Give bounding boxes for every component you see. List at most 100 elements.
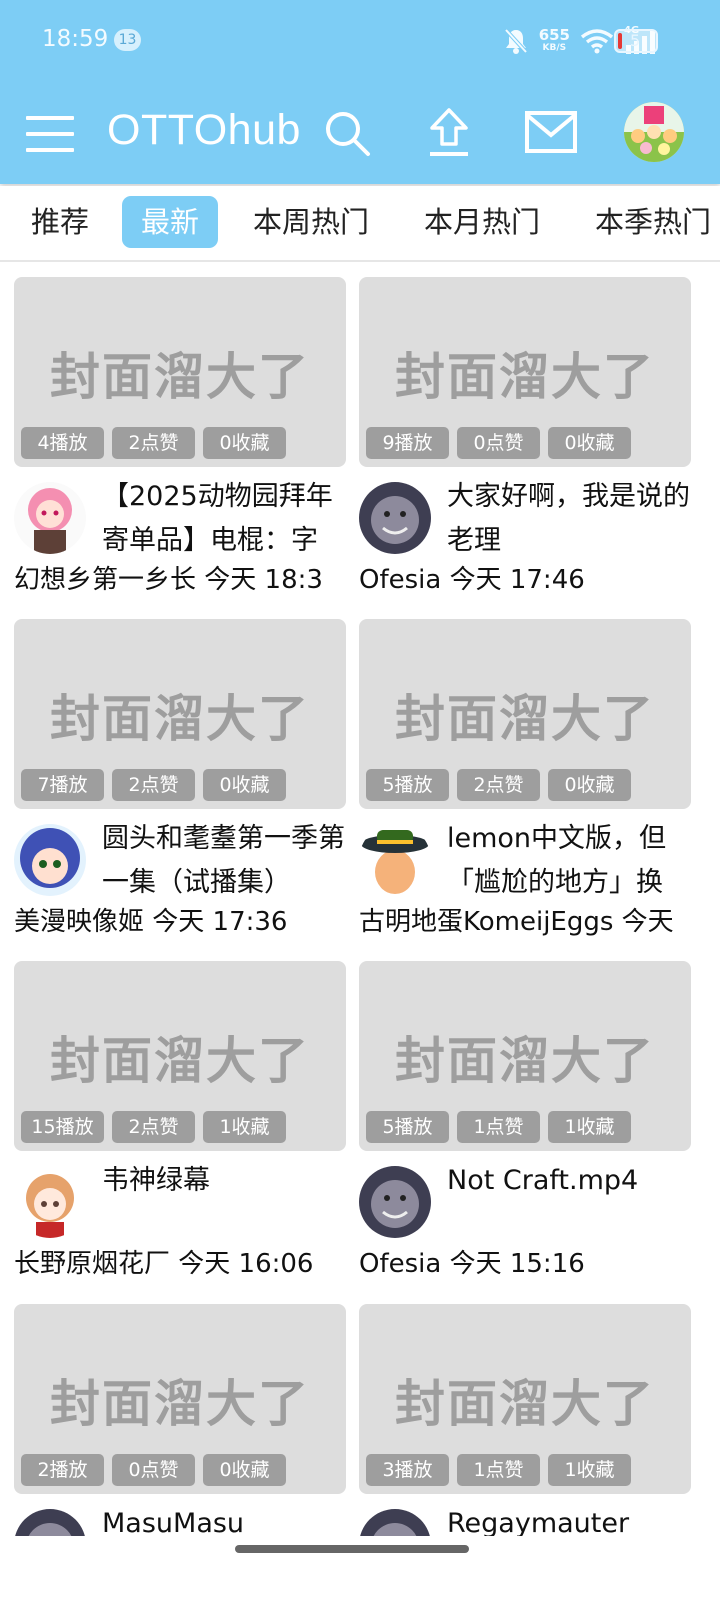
app-title: OTTOhub [107, 106, 301, 154]
uploader-avatar-image [359, 824, 431, 896]
uploader-avatar-image [14, 482, 86, 554]
like-count-badge: 0点赞 [112, 1454, 195, 1486]
uploader-avatar[interactable] [359, 482, 431, 554]
video-title[interactable]: 大家好啊，我是说的老理 [447, 475, 691, 563]
video-card[interactable]: 封面溜大了 2播放 0点赞 0收藏 MasuMasu [14, 1304, 346, 1536]
uploader-avatar-image [14, 1509, 86, 1536]
video-meta: 古明地蛋KomeijEggs 今天 [359, 907, 674, 937]
uploader-avatar-image [359, 1509, 431, 1536]
video-cover[interactable]: 封面溜大了 2播放 0点赞 0收藏 [14, 1304, 346, 1494]
video-cover[interactable]: 封面溜大了 5播放 2点赞 0收藏 [359, 619, 691, 809]
home-indicator[interactable] [235, 1545, 469, 1553]
video-meta: 美漫映像姬 今天 17:36 [14, 907, 288, 937]
tab-monthly-hot[interactable]: 本月热门 [405, 196, 559, 248]
network-speed-value: 655 [538, 26, 570, 44]
like-count-badge: 2点赞 [112, 769, 195, 801]
cover-placeholder-text: 封面溜大了 [50, 1375, 310, 1433]
battery-level: 5 [630, 31, 641, 50]
like-count-badge: 2点赞 [112, 427, 195, 459]
video-card[interactable]: 封面溜大了 9播放 0点赞 0收藏 大家好啊，我是说的老理 Ofesia 今天 … [359, 277, 691, 607]
video-stats: 4播放 2点赞 0收藏 [21, 427, 286, 459]
uploader-avatar-image [359, 482, 431, 554]
favorite-count-badge: 0收藏 [548, 769, 631, 801]
battery-level-bar [618, 33, 622, 49]
video-cover[interactable]: 封面溜大了 3播放 1点赞 1收藏 [359, 1304, 691, 1494]
app-bar: OTTOhub [0, 98, 720, 170]
video-meta: 长野原烟花厂 今天 16:06 [14, 1249, 314, 1279]
user-avatar-image [624, 102, 684, 162]
menu-icon-line [26, 116, 74, 120]
battery-indicator: 5 [614, 29, 658, 53]
video-cover[interactable]: 封面溜大了 7播放 2点赞 0收藏 [14, 619, 346, 809]
cover-placeholder-text: 封面溜大了 [50, 348, 310, 406]
menu-icon-line [26, 132, 74, 136]
mail-icon[interactable] [524, 110, 578, 154]
like-count-badge: 2点赞 [112, 1111, 195, 1143]
video-title[interactable]: 圆头和耄耋第一季第一集（试播集） [102, 817, 346, 905]
video-cover[interactable]: 封面溜大了 5播放 1点赞 1收藏 [359, 961, 691, 1151]
like-count-badge: 1点赞 [457, 1111, 540, 1143]
search-icon[interactable] [322, 108, 372, 158]
play-count-badge: 15播放 [21, 1111, 104, 1143]
favorite-count-badge: 0收藏 [203, 427, 286, 459]
cover-placeholder-text: 封面溜大了 [50, 690, 310, 748]
like-count-badge: 0点赞 [457, 427, 540, 459]
uploader-avatar-image [14, 824, 86, 896]
favorite-count-badge: 1收藏 [548, 1454, 631, 1486]
video-card[interactable]: 封面溜大了 3播放 1点赞 1收藏 Regaymauter [359, 1304, 691, 1536]
uploader-avatar[interactable] [14, 1166, 86, 1238]
menu-button[interactable] [26, 116, 74, 152]
tab-recommended[interactable]: 推荐 [12, 196, 108, 248]
play-count-badge: 7播放 [21, 769, 104, 801]
video-card[interactable]: 封面溜大了 4播放 2点赞 0收藏 【2025动物园拜年寄单品】电棍：字 幻想乡… [14, 277, 346, 607]
user-avatar[interactable] [624, 102, 684, 162]
video-stats: 5播放 2点赞 0收藏 [366, 769, 631, 801]
video-stats: 15播放 2点赞 1收藏 [21, 1111, 286, 1143]
menu-icon-line [26, 148, 74, 152]
video-stats: 2播放 0点赞 0收藏 [21, 1454, 286, 1486]
favorite-count-badge: 0收藏 [548, 427, 631, 459]
play-count-badge: 3播放 [366, 1454, 449, 1486]
tab-weekly-hot[interactable]: 本周热门 [234, 196, 388, 248]
video-card[interactable]: 封面溜大了 5播放 2点赞 0收藏 lemon中文版，但「尴尬的地方」换 古明地… [359, 619, 691, 949]
upload-icon[interactable] [426, 106, 472, 158]
video-cover[interactable]: 封面溜大了 4播放 2点赞 0收藏 [14, 277, 346, 467]
video-title[interactable]: Not Craft.mp4 [447, 1159, 691, 1203]
top-app-bar: 18:59 13 655 KB/S 4G [0, 0, 720, 184]
uploader-avatar[interactable] [359, 1166, 431, 1238]
wifi-icon [580, 29, 614, 54]
uploader-avatar[interactable] [14, 824, 86, 896]
play-count-badge: 5播放 [366, 1111, 449, 1143]
cover-placeholder-text: 封面溜大了 [395, 348, 655, 406]
video-title[interactable]: lemon中文版，但「尴尬的地方」换 [447, 817, 691, 905]
cover-placeholder-text: 封面溜大了 [395, 1032, 655, 1090]
play-count-badge: 2播放 [21, 1454, 104, 1486]
video-title[interactable]: 韦神绿幕 [102, 1159, 346, 1203]
video-cover[interactable]: 封面溜大了 15播放 2点赞 1收藏 [14, 961, 346, 1151]
uploader-avatar[interactable] [359, 824, 431, 896]
video-stats: 7播放 2点赞 0收藏 [21, 769, 286, 801]
video-title[interactable]: MasuMasu [102, 1502, 346, 1536]
uploader-avatar[interactable] [359, 1509, 431, 1536]
mute-bell-icon [504, 28, 528, 54]
status-bar: 18:59 13 655 KB/S 4G [0, 0, 720, 82]
video-stats: 5播放 1点赞 1收藏 [366, 1111, 631, 1143]
video-card[interactable]: 封面溜大了 15播放 2点赞 1收藏 韦神绿幕 长野原烟花厂 今天 16:06 [14, 961, 346, 1291]
favorite-count-badge: 1收藏 [548, 1111, 631, 1143]
uploader-avatar[interactable] [14, 1509, 86, 1536]
video-cover[interactable]: 封面溜大了 9播放 0点赞 0收藏 [359, 277, 691, 467]
favorite-count-badge: 0收藏 [203, 1454, 286, 1486]
cover-placeholder-text: 封面溜大了 [395, 690, 655, 748]
video-stats: 9播放 0点赞 0收藏 [366, 427, 631, 459]
video-card[interactable]: 封面溜大了 5播放 1点赞 1收藏 Not Craft.mp4 Ofesia 今… [359, 961, 691, 1291]
uploader-avatar[interactable] [14, 482, 86, 554]
tab-latest[interactable]: 最新 [122, 196, 219, 248]
video-card[interactable]: 封面溜大了 7播放 2点赞 0收藏 圆头和耄耋第一季第一集（试播集） 美漫映像姬… [14, 619, 346, 949]
play-count-badge: 9播放 [366, 427, 449, 459]
like-count-badge: 1点赞 [457, 1454, 540, 1486]
favorite-count-badge: 0收藏 [203, 769, 286, 801]
cover-placeholder-text: 封面溜大了 [395, 1375, 655, 1433]
video-title[interactable]: Regaymauter [447, 1502, 691, 1536]
tab-season-hot[interactable]: 本季热门 [576, 196, 720, 248]
video-title[interactable]: 【2025动物园拜年寄单品】电棍：字 [102, 475, 346, 563]
